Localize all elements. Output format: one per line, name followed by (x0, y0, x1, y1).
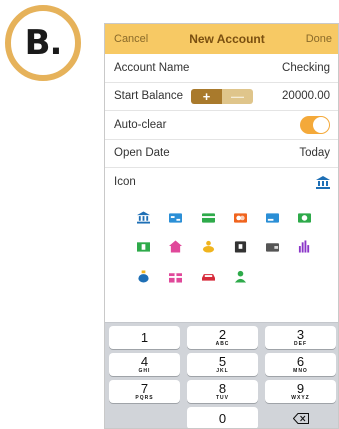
safe-icon[interactable] (234, 240, 247, 253)
key-4[interactable]: 4 GHI (109, 353, 180, 376)
key-2[interactable]: 2 ABC (187, 326, 258, 349)
backspace-icon (292, 413, 309, 424)
icon-picker-grid (105, 197, 338, 307)
icon-label: Icon (114, 176, 136, 189)
icon-row: Icon (105, 168, 338, 197)
section-badge: B. (5, 5, 81, 81)
bank-icon[interactable] (137, 210, 150, 224)
bank-icon (316, 175, 330, 189)
done-button[interactable]: Done (306, 33, 332, 45)
banknotes-icon[interactable] (137, 240, 150, 253)
credit-card-orange-icon[interactable] (234, 211, 247, 224)
start-balance-row: Start Balance + — 20000.00 (105, 83, 338, 111)
card-blue-icon[interactable] (266, 211, 279, 224)
auto-clear-toggle[interactable] (300, 115, 330, 134)
key-8[interactable]: 8 TUV (187, 380, 258, 403)
auto-clear-row: Auto-clear (105, 111, 338, 140)
card-green-icon[interactable] (202, 211, 215, 224)
key-0[interactable]: 0 (187, 407, 258, 428)
house-icon[interactable] (169, 239, 182, 253)
bar-chart-icon[interactable] (298, 239, 311, 253)
card-icon[interactable] (169, 211, 182, 224)
open-date-row[interactable]: Open Date Today (105, 140, 338, 168)
badge-label: B. (24, 23, 63, 63)
person-icon[interactable] (234, 270, 247, 283)
auto-clear-label: Auto-clear (114, 118, 167, 131)
key-1[interactable]: 1 (109, 326, 180, 349)
open-date-label: Open Date (114, 147, 170, 160)
open-date-value[interactable]: Today (299, 147, 330, 159)
piggy-bank-icon[interactable] (202, 240, 215, 253)
key-3[interactable]: 3 DEF (265, 326, 336, 349)
money-bag-icon[interactable] (137, 269, 150, 283)
key-5[interactable]: 5 JKL (187, 353, 258, 376)
account-name-label: Account Name (114, 61, 190, 74)
sign-segmented-control: + — (191, 88, 254, 104)
plus-button[interactable]: + (191, 88, 223, 104)
minus-button[interactable]: — (222, 88, 254, 104)
gift-icon[interactable] (169, 270, 182, 283)
cash-icon[interactable] (298, 211, 311, 224)
car-icon[interactable] (202, 270, 215, 283)
start-balance-label: Start Balance (114, 90, 184, 103)
key-7[interactable]: 7 PQRS (109, 380, 180, 403)
key-6[interactable]: 6 MNO (265, 353, 336, 376)
account-name-row[interactable]: Account Name Checking (105, 54, 338, 83)
start-balance-field[interactable]: 20000.00 (282, 90, 330, 102)
cancel-button[interactable]: Cancel (114, 33, 148, 45)
phone-screen: Cancel New Account Done Account Name Che… (104, 23, 339, 429)
navigation-bar: Cancel New Account Done (105, 24, 338, 54)
wallet-icon[interactable] (266, 240, 279, 253)
backspace-key[interactable] (265, 407, 336, 428)
page-title: New Account (189, 32, 265, 46)
numeric-keypad: 1 2 ABC 3 DEF 4 GHI 5 JKL 6 MNO 7 PQRS 8 (105, 322, 338, 428)
key-9[interactable]: 9 WXYZ (265, 380, 336, 403)
account-name-field[interactable]: Checking (282, 62, 330, 74)
